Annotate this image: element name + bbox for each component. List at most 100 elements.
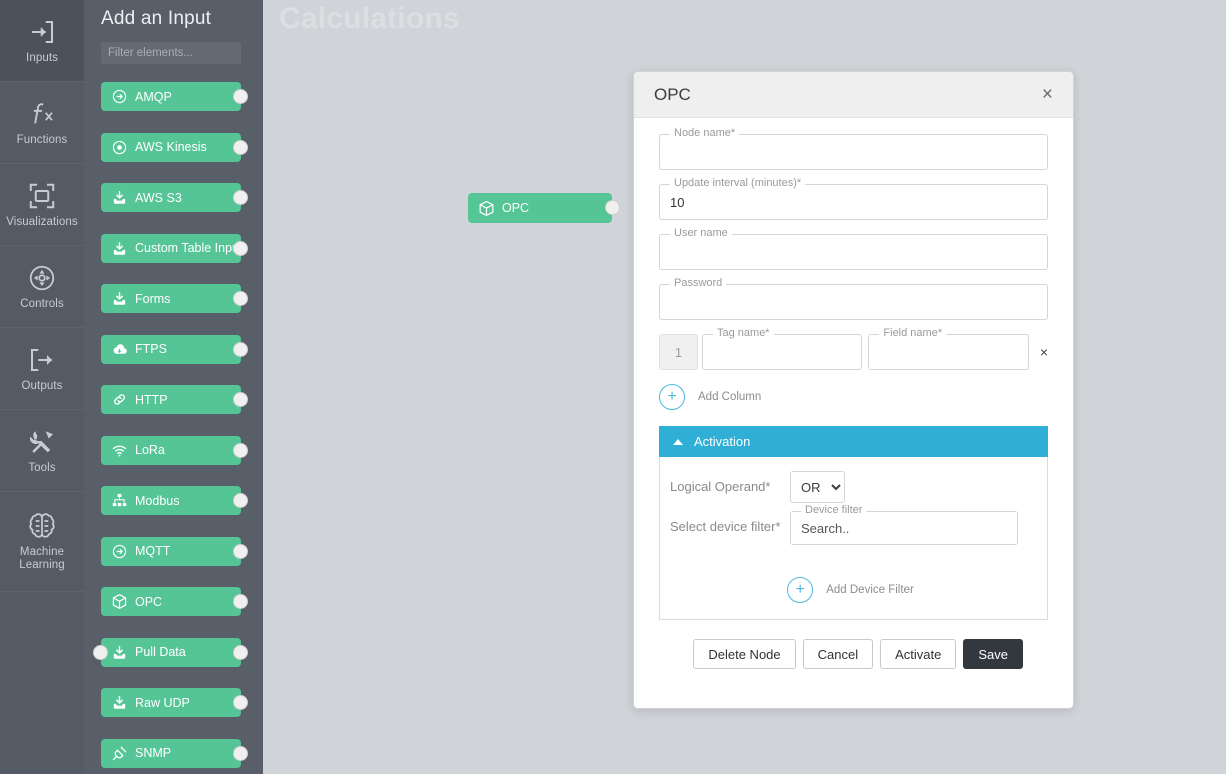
device-filter-input[interactable] — [790, 511, 1018, 545]
node-input-port[interactable] — [93, 644, 108, 660]
node-output-port[interactable] — [233, 442, 248, 458]
canvas-node-label: OPC — [502, 201, 530, 215]
node-output-port[interactable] — [233, 190, 248, 205]
sidebar-item-functions[interactable]: Functions — [0, 82, 84, 164]
opc-config-dialog: OPC × Node name* Update interval (minute… — [633, 71, 1074, 709]
update-interval-input[interactable] — [659, 184, 1048, 220]
node-output-port[interactable] — [233, 493, 248, 508]
filter-elements-input[interactable] — [101, 42, 241, 64]
sidebar-item-controls[interactable]: Controls — [0, 246, 84, 328]
device-filter-field: Device filter — [790, 504, 1018, 545]
node-output-port[interactable] — [233, 644, 248, 660]
palette-row: Modbus — [84, 480, 263, 531]
cancel-button[interactable]: Cancel — [802, 639, 874, 669]
palette-item-lora[interactable]: LoRa — [101, 435, 241, 465]
activate-button[interactable]: Activate — [880, 639, 957, 669]
user-name-field: User name — [659, 227, 1048, 270]
palette-item-pull-data[interactable]: Pull Data — [101, 637, 241, 667]
palette-item-modbus[interactable]: Modbus — [101, 486, 241, 515]
node-name-field: Node name* — [659, 127, 1048, 170]
sidebar-item-tools[interactable]: Tools — [0, 410, 84, 492]
palette-item-aws-kinesis[interactable]: AWS Kinesis — [101, 132, 241, 162]
add-column-label: Add Column — [698, 391, 762, 403]
password-input[interactable] — [659, 284, 1048, 320]
node-output-port[interactable] — [233, 594, 248, 609]
download-tray-icon — [111, 290, 128, 307]
sidebar-item-label: Controls — [20, 297, 64, 310]
palette-row: AMQP — [84, 76, 263, 127]
arrow-circle-icon — [111, 88, 128, 105]
remove-column-icon[interactable]: × — [1040, 344, 1048, 360]
node-output-port[interactable] — [233, 341, 248, 357]
device-filter-row: Select device filter* Device filter — [670, 504, 1031, 559]
sidebar-item-inputs[interactable]: Inputs — [0, 0, 84, 82]
node-output-port[interactable] — [233, 139, 248, 155]
plus-icon[interactable]: + — [787, 577, 814, 603]
output-arrow-icon — [27, 345, 57, 375]
cube-box-icon — [111, 593, 128, 610]
link-chain-icon — [111, 391, 128, 408]
add-column-row[interactable]: + Add Column — [659, 384, 1048, 410]
sidebar-item-label: Outputs — [21, 379, 63, 392]
plus-icon[interactable]: + — [659, 384, 685, 410]
canvas-node-opc[interactable]: OPC — [468, 193, 620, 223]
tag-name-field: Tag name* — [702, 327, 863, 370]
field-name-input[interactable] — [868, 334, 1029, 370]
palette-item-http[interactable]: HTTP — [101, 385, 241, 414]
update-interval-field: Update interval (minutes)* — [659, 177, 1048, 220]
sidebar-item-visualizations[interactable]: Visualizations — [0, 164, 84, 246]
node-output-port[interactable] — [233, 89, 248, 104]
dot-circle-icon — [111, 139, 128, 156]
palette-item-mqtt[interactable]: MQTT — [101, 536, 241, 566]
node-output-port[interactable] — [605, 200, 620, 215]
activation-accordion-header[interactable]: Activation — [659, 426, 1048, 457]
palette-item-label: SNMP — [135, 746, 172, 760]
sidebar-item-label: Functions — [16, 133, 68, 146]
palette-item-opc[interactable]: OPC — [101, 587, 241, 616]
delete-node-button[interactable]: Delete Node — [693, 639, 796, 669]
wrench-screwdriver-icon — [27, 427, 57, 457]
download-tray-icon — [111, 189, 128, 206]
sidebar-item-outputs[interactable]: Outputs — [0, 328, 84, 410]
palette-item-label: Raw UDP — [135, 695, 190, 710]
palette-row: Pull Data — [84, 632, 263, 683]
plug-icon — [111, 745, 128, 762]
dialog-title: OPC — [654, 84, 691, 104]
tag-name-input[interactable] — [702, 334, 863, 370]
node-output-port[interactable] — [233, 745, 248, 761]
node-output-port[interactable] — [233, 392, 248, 407]
sidebar-item-label: Inputs — [26, 51, 58, 64]
field-name-field: Field name* — [868, 327, 1029, 370]
sitemap-icon — [111, 492, 128, 509]
sidebar-item-machine-learning[interactable]: Machine Learning — [0, 492, 84, 592]
palette-item-custom-table-input[interactable]: Custom Table Input — [101, 233, 241, 263]
palette-item-forms[interactable]: Forms — [101, 284, 241, 313]
save-button[interactable]: Save — [963, 639, 1023, 669]
tag-row-index: 1 — [659, 334, 698, 370]
palette-item-raw-udp[interactable]: Raw UDP — [101, 688, 241, 717]
input-arrow-icon — [27, 17, 57, 47]
cloud-download-icon — [111, 341, 128, 358]
palette-item-amqp[interactable]: AMQP — [101, 82, 241, 111]
node-output-port[interactable] — [233, 291, 248, 306]
palette-item-list[interactable]: AMQP AWS Kinesis AWS S3 Custom Table Input F… — [84, 76, 263, 774]
download-tray-icon — [111, 644, 128, 661]
palette-item-snmp[interactable]: SNMP — [101, 738, 241, 768]
page-title: Calculations — [279, 2, 460, 35]
dialog-footer: Delete Node Cancel Activate Save — [659, 620, 1048, 669]
node-output-port[interactable] — [233, 543, 248, 559]
node-name-input[interactable] — [659, 134, 1048, 170]
palette-item-label: FTPS — [135, 342, 167, 356]
palette-item-ftps[interactable]: FTPS — [101, 334, 241, 364]
palette-item-label: Custom Table Input — [135, 241, 241, 255]
user-name-input[interactable] — [659, 234, 1048, 270]
palette-item-label: Forms — [135, 291, 171, 306]
chevron-up-icon — [673, 438, 683, 445]
add-device-filter-row[interactable]: + Add Device Filter — [670, 577, 1031, 603]
palette-item-aws-s3[interactable]: AWS S3 — [101, 183, 241, 212]
logical-operand-select[interactable]: OR AND — [790, 471, 845, 503]
node-output-port[interactable] — [233, 240, 248, 256]
node-output-port[interactable] — [233, 695, 248, 710]
close-icon[interactable]: × — [1038, 83, 1057, 106]
sidebar-item-label: Visualizations — [6, 215, 78, 228]
